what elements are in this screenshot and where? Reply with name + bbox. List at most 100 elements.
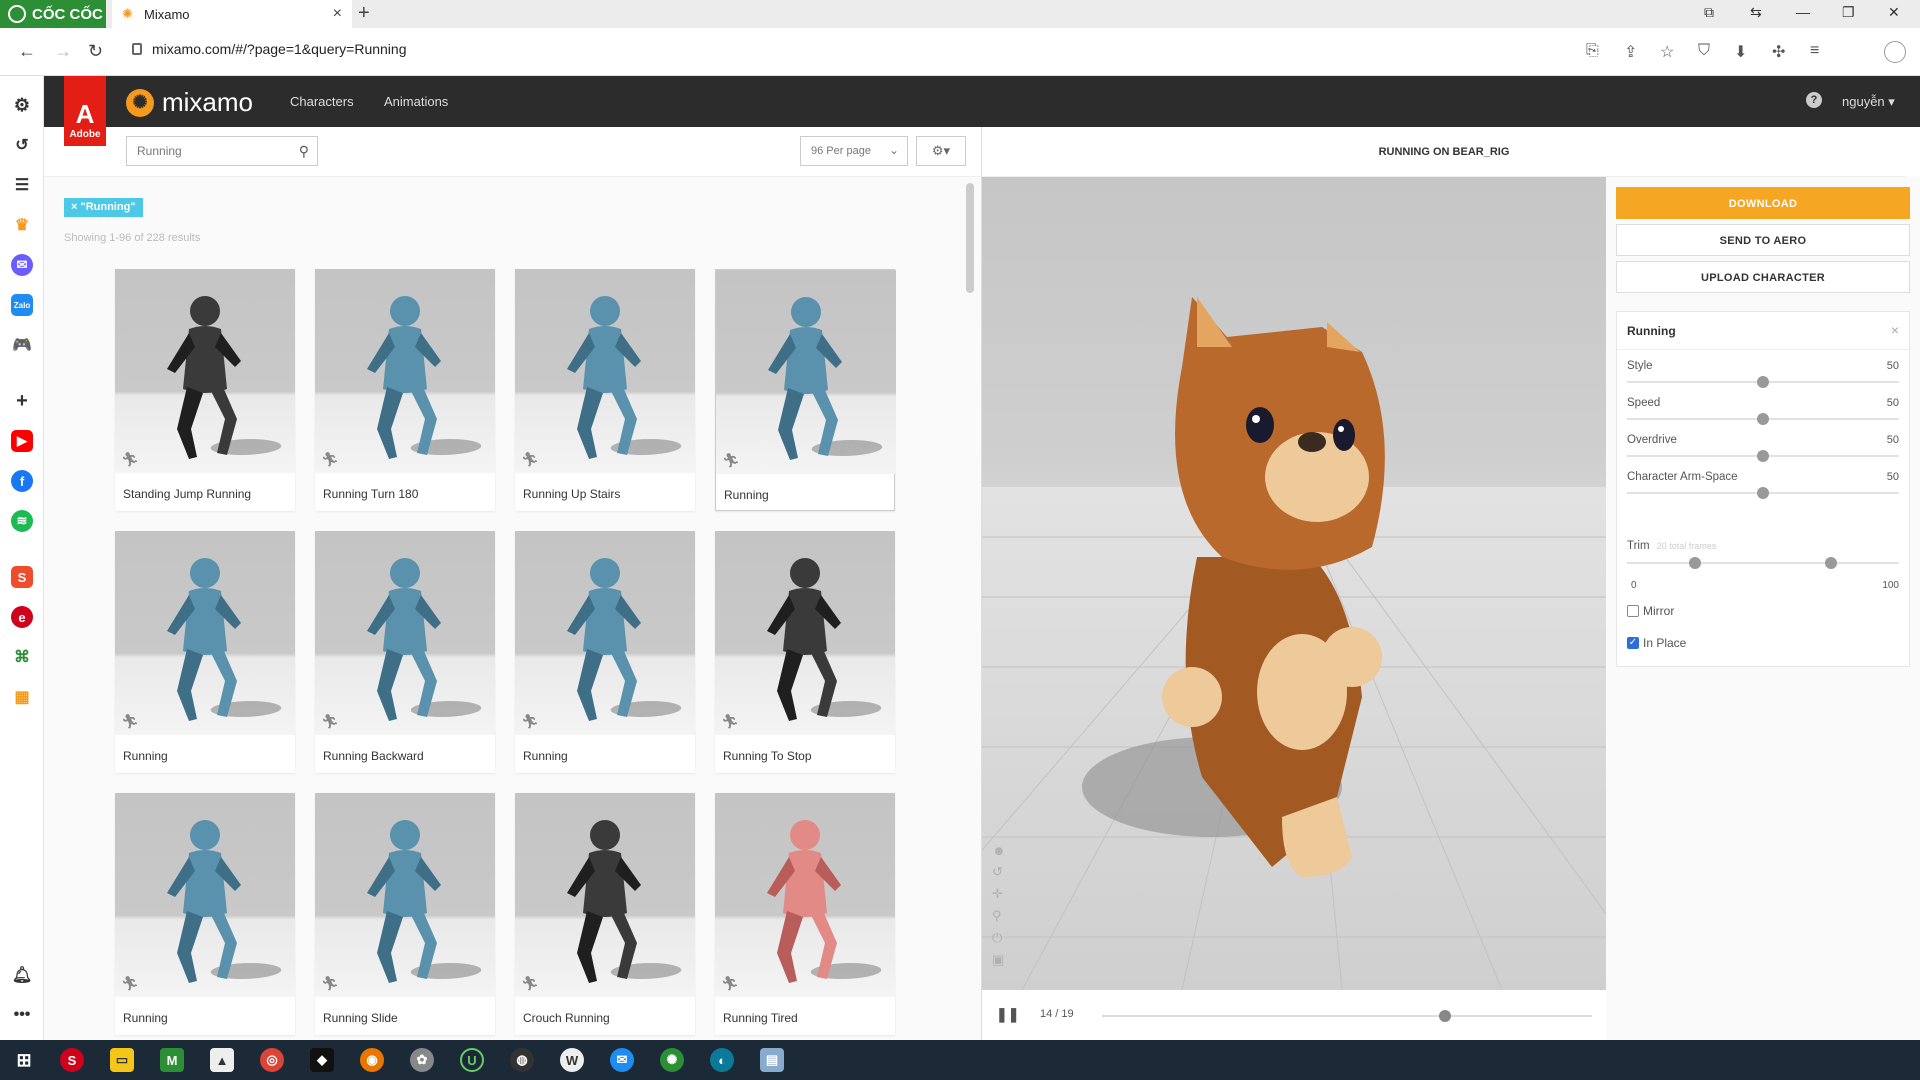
in-place-checkbox[interactable]: ✓ In Place (1627, 636, 1686, 650)
restore-icon[interactable]: ❐ (1842, 4, 1855, 21)
zoom-icon[interactable]: ⚲ (992, 908, 1006, 924)
mirror-checkbox[interactable]: Mirror (1627, 604, 1674, 618)
slider-track[interactable] (1627, 413, 1899, 425)
shopee-icon[interactable]: S (11, 566, 33, 588)
per-page-select[interactable]: 96 Per page ⌄ (800, 136, 908, 166)
tab-search-icon[interactable]: ⧉ (1704, 4, 1714, 21)
animation-thumbnail[interactable]: 🏃︎ (315, 531, 495, 735)
reset-icon[interactable]: ⏻ (992, 930, 1006, 946)
slider-track[interactable] (1627, 376, 1899, 388)
skeleton-icon[interactable]: ☻ (992, 843, 1006, 858)
send-to-aero-button[interactable]: SEND TO AERO (1616, 224, 1910, 256)
nav-animations[interactable]: Animations (384, 94, 448, 109)
help-icon[interactable]: ? (1806, 92, 1822, 108)
animation-card[interactable]: 🏃︎ Running Up Stairs (515, 269, 695, 511)
animation-thumbnail[interactable]: 🏃︎ (515, 793, 695, 997)
pause-icon[interactable]: ❚❚ (996, 1006, 1019, 1023)
reading-icon[interactable]: ☰ (11, 174, 33, 196)
animation-card[interactable]: 🏃︎ Running (715, 269, 896, 511)
animation-card[interactable]: 🏃︎ Standing Jump Running (115, 269, 295, 511)
coccoc-active-icon[interactable]: ✺ (660, 1048, 684, 1072)
download-button[interactable]: DOWNLOAD (1616, 187, 1910, 219)
mixamo-logo[interactable]: ✺ mixamo (126, 87, 253, 118)
adobe-logo[interactable]: A Adobe (64, 76, 106, 146)
chat-app-icon[interactable]: ✉ (610, 1048, 634, 1072)
animation-thumbnail[interactable]: 🏃︎ (515, 531, 695, 735)
notification-bell-icon[interactable]: 🔔︎ (11, 964, 33, 986)
search-icon[interactable]: ⚲ (299, 143, 309, 160)
close-icon[interactable]: × (1891, 322, 1899, 338)
shopping-icon[interactable]: ▦ (11, 686, 33, 708)
animation-card[interactable]: 🏃︎ Running (115, 793, 295, 1035)
nav-characters[interactable]: Characters (290, 94, 354, 109)
zalo-icon[interactable]: Zalo (11, 294, 33, 316)
crown-icon[interactable]: ♛ (11, 214, 33, 236)
animation-card[interactable]: 🏃︎ Running To Stop (715, 531, 895, 773)
filter-chip[interactable]: × "Running" (64, 198, 143, 217)
windows-start-icon[interactable]: ⊞ (12, 1048, 36, 1072)
forward-icon[interactable]: → (54, 41, 72, 62)
security-app-icon[interactable]: S (60, 1048, 84, 1072)
coccoc-game-icon[interactable]: ⌘ (11, 646, 33, 668)
animation-thumbnail[interactable]: 🏃︎ (115, 269, 295, 473)
tab-mixamo[interactable]: ✺ Mixamo × (112, 0, 352, 28)
trim-slider[interactable] (1627, 557, 1899, 569)
slider-handle[interactable] (1757, 413, 1769, 425)
messenger-icon[interactable]: ✉ (11, 254, 33, 276)
3d-viewport[interactable]: ☻ ↺ ✛ ⚲ ⏻ ▣ (982, 177, 1606, 990)
more-icon[interactable]: ••• (11, 1004, 33, 1026)
add-app-icon[interactable]: + (11, 390, 33, 412)
trim-end-handle[interactable] (1825, 557, 1837, 569)
view-settings-button[interactable]: ⚙▾ (916, 136, 966, 166)
animation-card[interactable]: 🏃︎ Running Turn 180 (315, 269, 495, 511)
share-icon[interactable]: ⇪ (1624, 42, 1637, 62)
animation-card[interactable]: 🏃︎ Running Backward (315, 531, 495, 773)
animation-thumbnail[interactable]: 🏃︎ (115, 531, 295, 735)
github-icon[interactable]: ◍ (510, 1048, 534, 1072)
animation-thumbnail[interactable]: 🏃︎ (315, 793, 495, 997)
mirror-checkbox-box[interactable] (1627, 605, 1639, 617)
file-explorer-icon[interactable]: ▭ (110, 1048, 134, 1072)
search-input[interactable]: Running ⚲ (126, 136, 318, 166)
pan-icon[interactable]: ✛ (992, 886, 1006, 902)
utorrent-icon[interactable]: U (460, 1048, 484, 1072)
upload-character-button[interactable]: UPLOAD CHARACTER (1616, 261, 1910, 293)
unity-icon[interactable]: ◆ (310, 1048, 334, 1072)
back-icon[interactable]: ← (18, 41, 36, 62)
animation-thumbnail[interactable]: 🏃︎ (515, 269, 695, 473)
slider-handle[interactable] (1757, 487, 1769, 499)
tab-close-icon[interactable]: × (333, 5, 342, 23)
wps-icon[interactable]: W (560, 1048, 584, 1072)
url-field[interactable]: mixamo.com/#/?page=1&query=Running (132, 41, 407, 57)
results-scrollbar[interactable] (966, 183, 974, 293)
timeline-track[interactable] (1102, 1010, 1592, 1022)
in-place-checkbox-box[interactable]: ✓ (1627, 637, 1639, 649)
profile-avatar[interactable] (1884, 41, 1906, 63)
reload-icon[interactable]: ↻ (88, 41, 103, 62)
shield-icon[interactable]: ⛉ (1698, 42, 1710, 60)
timeline-scrubber[interactable] (1439, 1010, 1451, 1022)
extensions-icon[interactable]: ✣ (1772, 42, 1785, 62)
animation-thumbnail[interactable]: 🏃︎ (115, 793, 295, 997)
trim-start-handle[interactable] (1689, 557, 1701, 569)
settings-gear-icon[interactable]: ⚙ (11, 94, 33, 116)
minimize-icon[interactable]: — (1796, 4, 1810, 20)
translate-icon[interactable]: ⎘ (1586, 42, 1599, 60)
chrome-icon[interactable]: ◎ (260, 1048, 284, 1072)
history-sidebar-icon[interactable]: ↺ (11, 134, 33, 156)
history-icon[interactable]: ⇆ (1750, 4, 1762, 21)
camera-icon[interactable]: ▣ (992, 952, 1006, 968)
blender-icon[interactable]: ◉ (360, 1048, 384, 1072)
reading-list-icon[interactable]: ≡ (1810, 42, 1819, 60)
animation-card[interactable]: 🏃︎ Running (515, 531, 695, 773)
brain-app-icon[interactable]: ✿ (410, 1048, 434, 1072)
youtube-icon[interactable]: ▶ (11, 430, 33, 452)
animation-thumbnail[interactable]: 🏃︎ (716, 270, 896, 474)
lazada-icon[interactable]: e (11, 606, 33, 628)
animation-card[interactable]: 🏃︎ Running Slide (315, 793, 495, 1035)
slider-track[interactable] (1627, 450, 1899, 462)
notepad-icon[interactable]: ▤ (760, 1048, 784, 1072)
edge-app-icon[interactable]: ◐ (710, 1048, 734, 1072)
facebook-icon[interactable]: f (11, 470, 33, 492)
slider-track[interactable] (1627, 487, 1899, 499)
